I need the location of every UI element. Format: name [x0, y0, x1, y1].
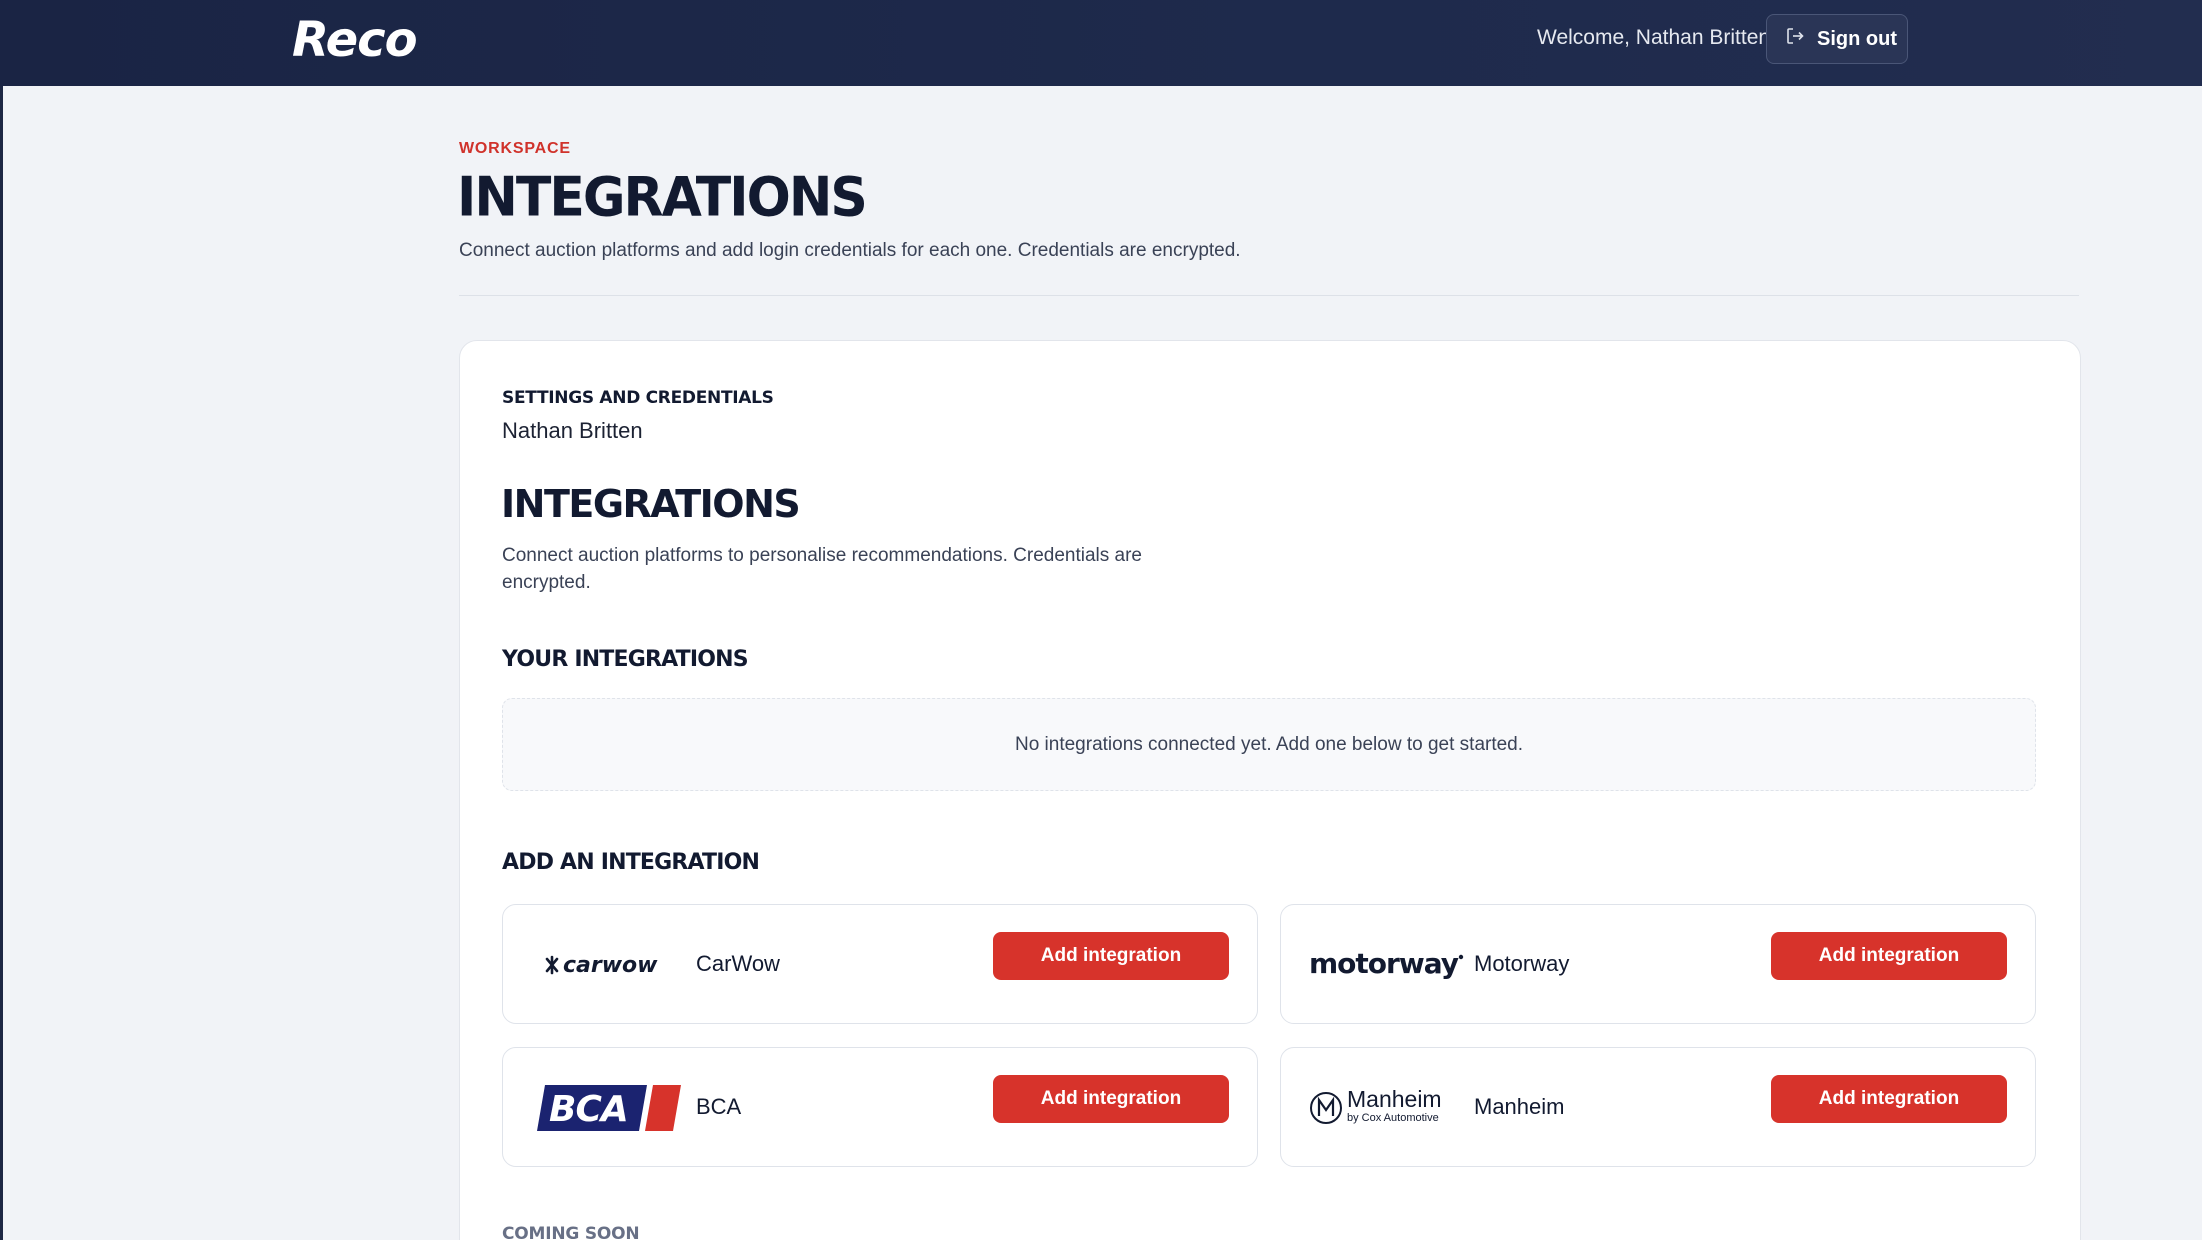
- page-eyebrow: WORKSPACE: [459, 140, 571, 157]
- carwow-mark-icon: [545, 955, 559, 975]
- carwow-logo: carwow: [533, 935, 683, 995]
- coming-soon-heading: COMING SOON: [502, 1224, 640, 1240]
- carwow-logo-text: carwow: [563, 953, 658, 978]
- bca-logo: BCA: [533, 1078, 683, 1138]
- integration-card-carwow: carwow CarWow Add integration: [502, 904, 1258, 1024]
- your-integrations-heading: YOUR INTEGRATIONS: [502, 647, 749, 672]
- header-divider: [459, 295, 2079, 296]
- manheim-logo-text: Manheim: [1347, 1086, 1442, 1112]
- add-integration-button-bca[interactable]: Add integration: [993, 1075, 1229, 1123]
- app-logo[interactable]: Reco: [292, 12, 418, 68]
- sign-out-button[interactable]: Sign out: [1766, 14, 1908, 64]
- motorway-dot-icon: [1458, 954, 1464, 960]
- section-description: Connect auction platforms to personalise…: [502, 545, 1142, 593]
- empty-integrations-message: No integrations connected yet. Add one b…: [502, 698, 2036, 791]
- integration-card-manheim: Manheim by Cox Automotive Manheim Add in…: [1280, 1047, 2036, 1167]
- integration-name: BCA: [696, 1094, 742, 1119]
- motorway-logo-text: motorway: [1309, 947, 1459, 980]
- integration-card-motorway: motorway Motorway Add integration: [1280, 904, 2036, 1024]
- welcome-text: Welcome, Nathan Britten: [1537, 26, 1771, 49]
- add-integration-button-carwow[interactable]: Add integration: [993, 932, 1229, 980]
- page-subtitle: Connect auction platforms and add login …: [459, 240, 1241, 261]
- section-title: INTEGRATIONS: [501, 482, 801, 526]
- integration-name: Motorway: [1474, 951, 1570, 976]
- settings-label: SETTINGS AND CREDENTIALS: [502, 388, 774, 408]
- add-integration-heading: ADD AN INTEGRATION: [502, 850, 760, 875]
- motorway-logo: motorway: [1309, 935, 1469, 995]
- empty-message-text: No integrations connected yet. Add one b…: [1014, 733, 1524, 755]
- integration-name: Manheim: [1474, 1094, 1565, 1119]
- sign-out-icon: [1785, 26, 1805, 52]
- integration-card-bca: BCA BCA Add integration: [502, 1047, 1258, 1167]
- top-navbar: Reco Welcome, Nathan Britten Sign out: [0, 0, 2202, 86]
- manheim-logo-subtext: by Cox Automotive: [1347, 1112, 1439, 1124]
- add-integration-button-motorway[interactable]: Add integration: [1771, 932, 2007, 980]
- manheim-logo: Manheim by Cox Automotive: [1309, 1078, 1469, 1138]
- integration-name: CarWow: [696, 951, 780, 976]
- settings-user-name: Nathan Britten: [502, 418, 643, 443]
- manheim-mark-icon: [1310, 1092, 1342, 1124]
- add-integration-button-manheim[interactable]: Add integration: [1771, 1075, 2007, 1123]
- bca-logo-text: BCA: [549, 1089, 628, 1130]
- page-title: INTEGRATIONS: [457, 166, 868, 230]
- left-edge: [0, 0, 3, 1240]
- sign-out-label: Sign out: [1817, 27, 1897, 50]
